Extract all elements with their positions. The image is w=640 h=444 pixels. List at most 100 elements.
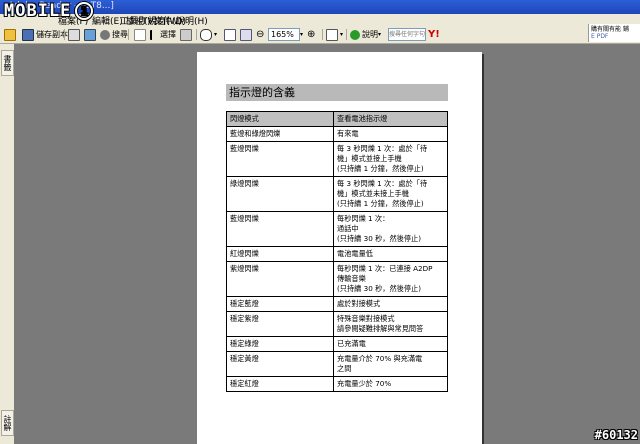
cell-mode: 穩定黃燈 (226, 351, 334, 377)
cell-status-line: 電池電量低 (337, 249, 373, 258)
yahoo-icon[interactable]: Y! (428, 28, 440, 41)
cell-status: 特殊音樂對接模式 請參閱疑難排解與常見問答 (333, 311, 448, 337)
toolbar-separator (322, 29, 323, 40)
toolbar-separator (128, 29, 129, 40)
save-copy-button[interactable]: 儲存副本 (22, 28, 68, 41)
cell-mode: 穩定紫燈 (226, 311, 334, 337)
select-label: 選擇 (160, 30, 176, 39)
email-button[interactable] (84, 28, 98, 41)
cell-status-line: 每秒閃爍 1 次：已連接 A2DP (337, 264, 433, 273)
logo-text: MOBILE (4, 1, 72, 21)
cell-status-line: 之間 (337, 364, 352, 373)
print-button[interactable] (68, 28, 82, 41)
cell-status-line: 處於對接模式 (337, 299, 381, 308)
chevron-down-icon: ▾ (340, 31, 344, 38)
actual-size-button[interactable] (224, 28, 238, 41)
main-toolbar: 儲存副本 搜尋 選擇 ▾ ⊖ 165% ▾ ⊕ ▾ 說明 ▾ 搜尋任何字句 Y! (0, 26, 640, 44)
cell-mode: 穩定藍燈 (226, 296, 334, 312)
cell-status-line: 特殊音樂對接模式 (337, 314, 395, 323)
right-panel-line2: E PDF (591, 33, 609, 40)
cell-mode: 藍燈閃爍 (226, 211, 334, 247)
binoculars-icon (100, 29, 110, 40)
cell-status: 每 3 秒閃爍 1 次：處於「待 機」模式並未接上手機 (只持續 1 分鐘，然後停止… (333, 176, 448, 212)
cell-status-line: 已充滿電 (337, 339, 366, 348)
section-heading: 指示燈的含義 (226, 84, 448, 101)
watermark-id: #60132 (594, 428, 638, 442)
table-row: 紫燈閃爍 每秒閃爍 1 次：已連接 A2DP 傳輸音樂 (只持續 30 秒，然後停止) (226, 261, 448, 297)
tab-comments[interactable]: 註解 (1, 410, 14, 436)
cell-status-line: 每秒閃爍 1 次： (337, 214, 390, 223)
cell-mode: 穩定紅燈 (226, 376, 334, 392)
table-row: 穩定紅燈 充電量少於 70% (226, 376, 448, 392)
search-button[interactable]: 搜尋 (100, 28, 128, 41)
cell-status-line: 每 3 秒閃爍 1 次：處於「待 (337, 179, 428, 188)
cell-status-line: (只持續 30 秒，然後停止) (337, 284, 422, 293)
cell-status-line: (只持續 1 分鐘，然後停止) (337, 164, 424, 173)
cell-status: 電池電量低 (333, 246, 448, 262)
help-button[interactable]: 說明 ▾ (350, 28, 381, 41)
table-row: 綠燈閃爍每 3 秒閃爍 1 次：處於「待 機」模式並未接上手機 (只持續 1 分鐘，… (226, 176, 448, 212)
page-actual-icon (224, 28, 236, 41)
rotate-page-icon (326, 28, 338, 41)
cell-status: 已充滿電 (333, 336, 448, 352)
logo-ring-icon: 1 (73, 0, 97, 22)
svg-text:1: 1 (81, 5, 89, 18)
table-row: 藍燈和綠燈閃爍 有來電 (226, 126, 448, 142)
cell-status-line: 機」模式並未接上手機 (337, 189, 409, 198)
right-info-panel: 購有關有能 鋪 E PDF (588, 24, 640, 42)
table-row: 穩定藍燈 處於對接模式 (226, 296, 448, 312)
column-header-status: 查看電池指示燈 (333, 111, 448, 127)
fit-page-button[interactable] (240, 28, 254, 41)
site-logo: MOBILE 1 (4, 0, 97, 22)
cell-status-line: 通話中 (337, 224, 359, 233)
chevron-down-icon: ▾ (378, 31, 382, 38)
hand-icon (134, 28, 146, 41)
search-input[interactable]: 搜尋任何字句 (388, 28, 426, 41)
help-icon (350, 29, 360, 40)
hand-tool-button[interactable] (134, 28, 148, 41)
table-row: 藍燈閃爍每 3 秒閃爍 1 次：處於「待 機」模式並接上手機 (只持續 1 分鐘，然… (226, 141, 448, 177)
text-cursor-icon (150, 29, 158, 40)
snapshot-button[interactable] (180, 28, 194, 41)
indicator-table: 閃燈模式 查看電池指示燈 藍燈和綠燈閃爍 有來電 藍燈閃爍每 3 秒閃爍 1 次：處… (226, 111, 448, 392)
folder-icon (4, 28, 16, 41)
navigation-pane: 書籤 註解 (0, 44, 15, 444)
cell-status-line: 充電量介於 70% 與充滿電 (337, 354, 423, 363)
zoom-out-icon: ⊖ (256, 29, 265, 40)
table-row: 穩定綠燈 已充滿電 (226, 336, 448, 352)
cell-status: 每秒閃爍 1 次： 通話中 (只持續 30 秒，然後停止) (333, 211, 448, 247)
cell-status-line: (只持續 30 秒，然後停止) (337, 234, 422, 243)
cell-mode: 紫燈閃爍 (226, 261, 334, 297)
save-icon (22, 28, 34, 41)
pdf-page: 指示燈的含義 閃燈模式 查看電池指示燈 藍燈和綠燈閃爍 有來電 藍燈閃爍每 3 秒閃… (197, 52, 482, 444)
tab-bookmarks[interactable]: 書籤 (1, 50, 14, 76)
cell-status: 有來電 (333, 126, 448, 142)
cell-mode: 綠燈閃爍 (226, 176, 334, 212)
zoom-tool-button[interactable]: ▾ (200, 28, 217, 41)
table-row: 藍燈閃爍 每秒閃爍 1 次： 通話中 (只持續 30 秒，然後停止) (226, 211, 448, 247)
toolbar-separator (196, 29, 197, 40)
cell-mode: 藍燈和綠燈閃爍 (226, 126, 334, 142)
cell-status-line: 有來電 (337, 129, 359, 138)
table-row: 紅燈閃爍 電池電量低 (226, 246, 448, 262)
column-header-mode: 閃燈模式 (226, 111, 334, 127)
rotate-button[interactable]: ▾ (326, 28, 343, 41)
cell-status-line: 充電量少於 70% (337, 379, 392, 388)
right-panel-line1: 購有關有能 鋪 (591, 26, 629, 33)
table-row: 穩定紫燈 特殊音樂對接模式 請參閱疑難排解與常見問答 (226, 311, 448, 337)
zoom-input[interactable]: 165% (268, 28, 300, 41)
zoom-dropdown[interactable]: ▾ (300, 28, 303, 41)
open-button[interactable] (4, 28, 18, 41)
zoom-out-button[interactable]: ⊖ (256, 28, 264, 41)
cell-status-line: 傳輸音樂 (337, 274, 366, 283)
cell-status-line: 每 3 秒閃爍 1 次：處於「待 (337, 144, 428, 153)
table-header-row: 閃燈模式 查看電池指示燈 (226, 111, 448, 127)
cell-mode: 紅燈閃爍 (226, 246, 334, 262)
zoom-in-button[interactable]: ⊕ (307, 28, 315, 41)
select-tool-button[interactable]: 選擇 (150, 28, 176, 41)
cell-status-line: 請參閱疑難排解與常見問答 (337, 324, 424, 333)
magnifier-icon (200, 28, 212, 41)
help-label: 說明 (362, 30, 378, 39)
print-icon (68, 28, 80, 41)
cell-status-line: (只持續 1 分鐘，然後停止) (337, 199, 424, 208)
